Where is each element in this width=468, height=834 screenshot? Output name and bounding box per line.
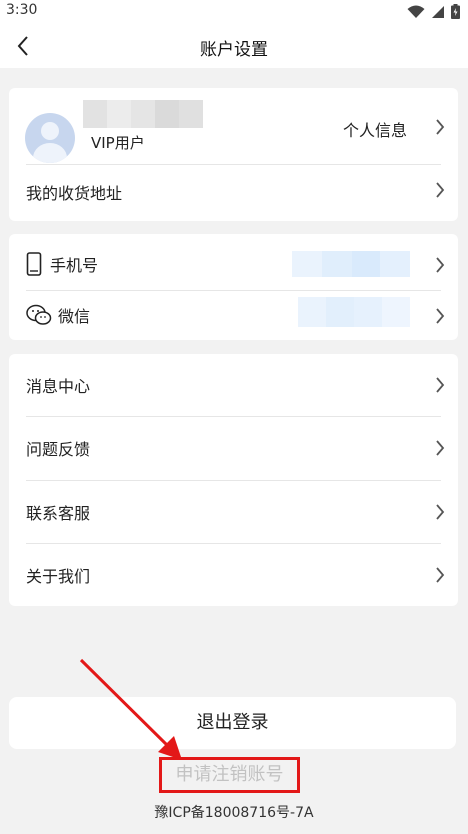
wifi-icon xyxy=(407,5,425,18)
wechat-account-masked xyxy=(298,297,410,327)
account-binding-card: 手机号 微信 xyxy=(9,234,458,340)
profile-card: VIP用户 个人信息 我的收货地址 xyxy=(9,88,458,221)
icp-record: 豫ICP备18008716号-7A xyxy=(154,805,314,821)
cancel-account-button[interactable]: 申请注销账号 xyxy=(159,757,300,793)
status-icons xyxy=(407,4,460,19)
battery-icon xyxy=(451,4,460,19)
wechat-label: 微信 xyxy=(58,307,91,326)
status-bar: 3:30 xyxy=(0,0,468,24)
nav-bar: 账户设置 xyxy=(0,24,468,68)
logout-button[interactable]: 退出登录 xyxy=(9,697,456,749)
phone-number-masked xyxy=(292,251,410,277)
chevron-right-icon xyxy=(436,440,445,456)
shipping-address-row[interactable]: 我的收货地址 xyxy=(26,165,441,219)
chevron-right-icon xyxy=(436,308,445,324)
menu-card: 消息中心 问题反馈 联系客服 关于我们 xyxy=(9,354,458,606)
chevron-right-icon xyxy=(436,567,445,583)
signal-icon xyxy=(432,5,444,18)
page-title: 账户设置 xyxy=(200,40,268,60)
chevron-right-icon xyxy=(436,377,445,393)
menu-item-label: 关于我们 xyxy=(26,567,91,586)
personal-info-label: 个人信息 xyxy=(342,121,407,140)
phone-label: 手机号 xyxy=(50,256,99,275)
menu-item-about-us[interactable]: 关于我们 xyxy=(26,544,441,606)
avatar[interactable] xyxy=(25,113,75,163)
chevron-right-icon xyxy=(436,257,445,273)
wechat-icon xyxy=(26,304,52,325)
chevron-right-icon xyxy=(436,504,445,520)
phone-icon xyxy=(26,252,42,276)
menu-item-feedback[interactable]: 问题反馈 xyxy=(26,417,441,479)
member-level-label: VIP用户 xyxy=(91,134,145,152)
shipping-address-label: 我的收货地址 xyxy=(26,184,123,203)
username-masked xyxy=(83,100,203,128)
menu-item-label: 问题反馈 xyxy=(26,440,91,459)
menu-item-customer-service[interactable]: 联系客服 xyxy=(26,481,441,543)
menu-item-message-center[interactable]: 消息中心 xyxy=(26,354,441,416)
menu-item-label: 联系客服 xyxy=(26,504,91,523)
chevron-right-icon xyxy=(436,182,445,198)
menu-item-label: 消息中心 xyxy=(26,377,91,396)
chevron-right-icon xyxy=(436,119,445,135)
personal-info-link[interactable]: 个人信息 xyxy=(318,113,458,140)
status-time: 3:30 xyxy=(6,2,38,18)
